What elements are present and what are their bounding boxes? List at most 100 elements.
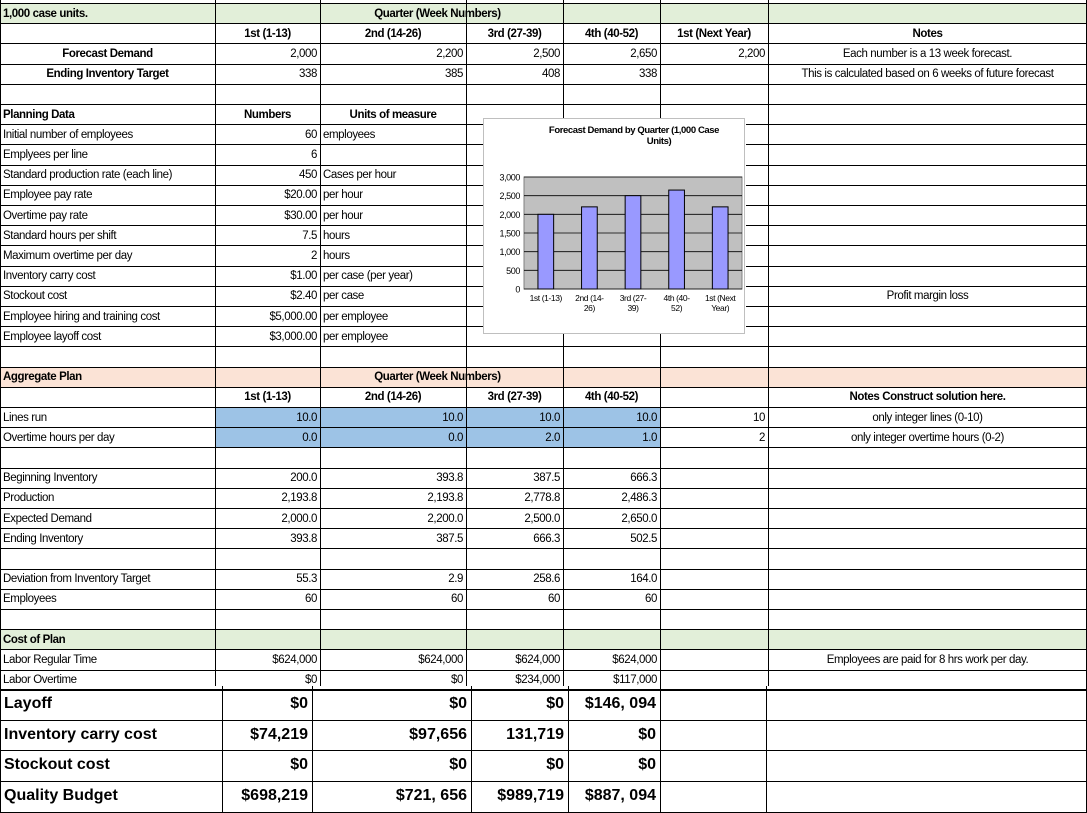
numbers-header: Numbers <box>243 108 292 121</box>
input-cell[interactable]: 10.0 <box>539 408 560 428</box>
aggregate-title: Aggregate Plan <box>3 371 82 384</box>
deviation-value[interactable]: 60 <box>305 589 317 609</box>
summary-value[interactable]: $0 <box>290 750 308 780</box>
cost-value[interactable]: $624,000 <box>515 650 560 670</box>
inventory-value[interactable]: 2,000.0 <box>281 509 317 529</box>
planning-value[interactable]: $20.00 <box>284 185 317 205</box>
forecast-value[interactable]: 2,200 <box>436 44 463 64</box>
planning-value[interactable]: $1.00 <box>290 266 317 286</box>
input-cell[interactable]: 10.0 <box>296 408 317 428</box>
forecast-value[interactable]: 2,000 <box>290 44 317 64</box>
summary-value[interactable]: $0 <box>638 720 656 750</box>
inventory-value[interactable]: 393.8 <box>436 468 463 488</box>
cost-value[interactable]: $624,000 <box>612 650 657 670</box>
forecast-value[interactable]: 338 <box>639 64 657 84</box>
input-cell[interactable]: 0.0 <box>448 428 463 448</box>
summary-value[interactable]: $146, 094 <box>585 689 656 719</box>
deviation-value[interactable]: 60 <box>645 589 657 609</box>
inventory-value[interactable]: 387.5 <box>436 529 463 549</box>
aggregate-column-header-3: 3rd (27-39) <box>487 391 542 404</box>
chart-y-tick-label: 0 <box>515 285 520 295</box>
inventory-value[interactable]: 502.5 <box>630 529 657 549</box>
planning-value[interactable]: 60 <box>305 125 317 145</box>
input-limit[interactable]: 2 <box>759 428 765 448</box>
column-border <box>215 0 216 686</box>
deviation-value[interactable]: 2.9 <box>448 569 463 589</box>
summary-value[interactable]: $97,656 <box>409 720 467 750</box>
inventory-value[interactable]: 387.5 <box>533 468 560 488</box>
planning-value[interactable]: $5,000.00 <box>269 307 317 327</box>
inventory-value[interactable]: 666.3 <box>630 468 657 488</box>
planning-value[interactable]: 6 <box>311 145 317 165</box>
aggregate-column-header-4: 4th (40-52) <box>584 391 639 404</box>
column-border <box>660 334 661 686</box>
inventory-value[interactable]: 2,778.8 <box>524 488 560 508</box>
planning-value[interactable]: $2.40 <box>290 286 317 306</box>
deviation-value[interactable]: 60 <box>451 589 463 609</box>
deviation-value[interactable]: 55.3 <box>296 569 317 589</box>
aggregate-column-header-2: 2nd (14-26) <box>364 391 422 404</box>
planning-value[interactable]: $3,000.00 <box>269 327 317 347</box>
input-cell[interactable]: 2.0 <box>545 428 560 448</box>
planning-value[interactable]: $30.00 <box>284 206 317 226</box>
planning-label: Employee pay rate <box>3 189 93 202</box>
column-border <box>320 0 321 686</box>
forecast-demand-chart[interactable]: 0 500 1,000 1,500 2,000 2,500 3,000 Forecast De… <box>483 118 745 334</box>
cost-note: Employees are paid for 8 hrs work per da… <box>826 653 1029 666</box>
summary-value[interactable]: $0 <box>290 689 308 719</box>
row-border <box>746 124 1087 125</box>
input-row-label: Lines run <box>3 411 47 424</box>
aggregate-column-header-1: 1st (1-13) <box>244 391 291 404</box>
planning-note: Profit margin loss <box>886 290 969 303</box>
input-cell[interactable]: 10.0 <box>442 408 463 428</box>
forecast-value[interactable]: 338 <box>299 64 317 84</box>
summary-value[interactable]: 131,719 <box>506 720 564 750</box>
inventory-value[interactable]: 2,200.0 <box>427 509 463 529</box>
inventory-value[interactable]: 2,500.0 <box>524 509 560 529</box>
input-cell[interactable]: 10.0 <box>636 408 657 428</box>
inventory-value[interactable]: 200.0 <box>290 468 317 488</box>
deviation-value[interactable]: 60 <box>548 589 560 609</box>
summary-value[interactable]: $721, 656 <box>396 781 467 811</box>
deviation-value[interactable]: 258.6 <box>533 569 560 589</box>
summary-value[interactable]: $698,219 <box>241 781 308 811</box>
planning-value[interactable]: 2 <box>311 246 317 266</box>
cost-value[interactable]: $624,000 <box>272 650 317 670</box>
inventory-value[interactable]: 393.8 <box>290 529 317 549</box>
deviation-value[interactable]: 164.0 <box>630 569 657 589</box>
chart-y-tick-label: 2,500 <box>499 191 520 201</box>
chart-category-label: 3rd (27-39) <box>620 293 647 313</box>
summary-value[interactable]: $0 <box>449 689 467 719</box>
input-limit[interactable]: 10 <box>753 408 765 428</box>
aggregate-notes-header: Notes Construct solution here. <box>849 391 1006 404</box>
summary-value[interactable]: $74,219 <box>250 720 308 750</box>
row-border <box>0 589 1087 590</box>
summary-value[interactable]: $0 <box>638 750 656 780</box>
summary-value[interactable]: $0 <box>546 750 564 780</box>
chart-category-label: 4th (40-52) <box>664 293 691 313</box>
forecast-value[interactable]: 2,500 <box>533 44 560 64</box>
forecast-value[interactable]: 2,650 <box>630 44 657 64</box>
inventory-value[interactable]: 2,486.3 <box>621 488 657 508</box>
planning-label: Employee layoff cost <box>3 330 101 343</box>
summary-value[interactable]: $0 <box>449 750 467 780</box>
summary-value[interactable]: $887, 094 <box>585 781 656 811</box>
planning-value[interactable]: 450 <box>299 165 317 185</box>
forecast-value[interactable]: 408 <box>542 64 560 84</box>
summary-row-label: Quality Budget <box>4 787 118 805</box>
chart-canvas: 0 500 1,000 1,500 2,000 2,500 3,000 Forecast De… <box>499 125 743 313</box>
inventory-value[interactable]: 2,193.8 <box>281 488 317 508</box>
forecast-value[interactable]: 2,200 <box>738 44 765 64</box>
cost-value[interactable]: $624,000 <box>418 650 463 670</box>
summary-value[interactable]: $0 <box>546 689 564 719</box>
forecast-value[interactable]: 385 <box>445 64 463 84</box>
planning-unit: per case (per year) <box>323 270 413 283</box>
planning-value[interactable]: 7.5 <box>302 226 317 246</box>
input-cell[interactable]: 1.0 <box>642 428 657 448</box>
input-cell[interactable]: 0.0 <box>302 428 317 448</box>
summary-value[interactable]: $989,719 <box>497 781 564 811</box>
inventory-value[interactable]: 2,650.0 <box>621 509 657 529</box>
inventory-value[interactable]: 2,193.8 <box>427 488 463 508</box>
forecast-row-label: Ending Inventory Target <box>46 68 169 81</box>
inventory-value[interactable]: 666.3 <box>533 529 560 549</box>
